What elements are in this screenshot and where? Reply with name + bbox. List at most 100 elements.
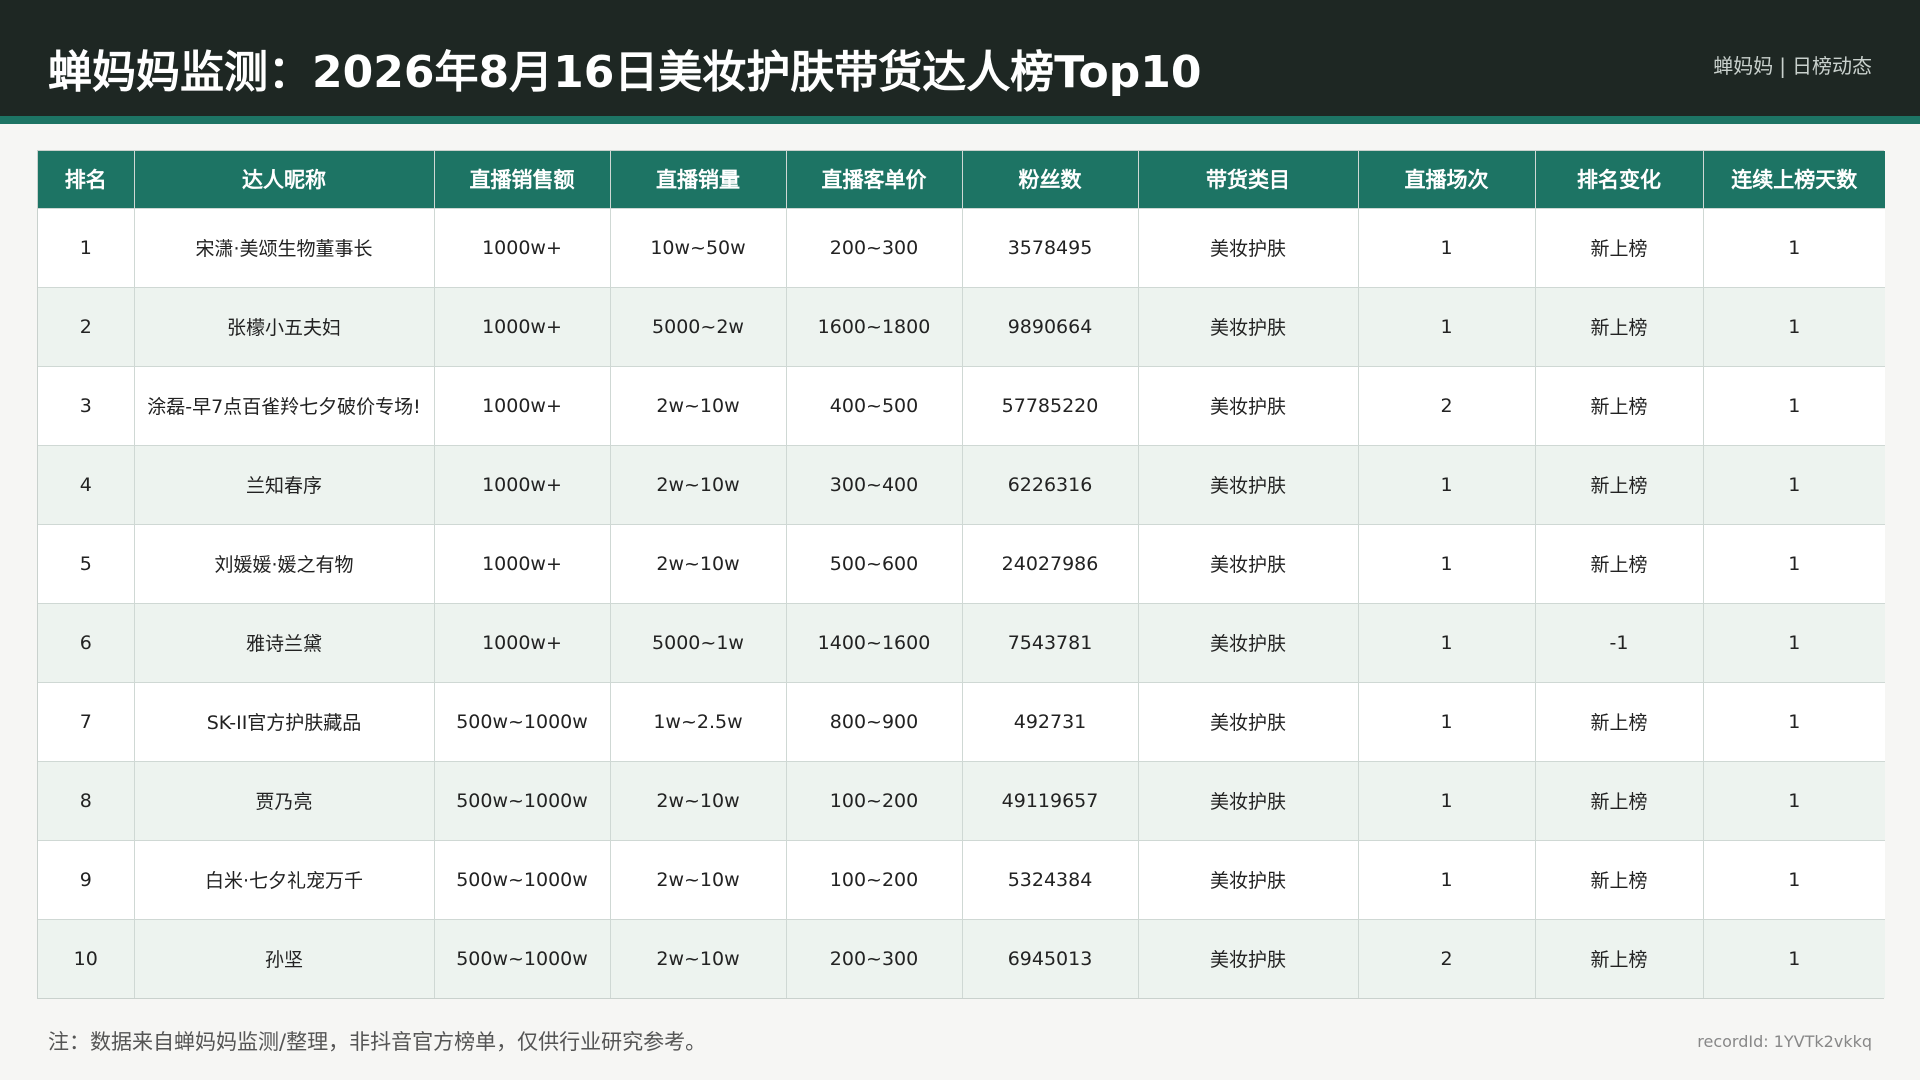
cell-sales: 500w~1000w xyxy=(434,918,611,998)
cell-fans: 492731 xyxy=(962,681,1139,761)
cell-name: 贾乃亮 xyxy=(134,760,435,840)
cell-rank-change: -1 xyxy=(1535,602,1704,682)
cell-category: 美妆护肤 xyxy=(1138,365,1359,445)
cell-days: 1 xyxy=(1703,365,1885,445)
cell-days: 1 xyxy=(1703,523,1885,603)
cell-rank-change: 新上榜 xyxy=(1535,365,1704,445)
cell-unit-price: 200~300 xyxy=(786,207,963,287)
cell-category: 美妆护肤 xyxy=(1138,207,1359,287)
cell-rank-change: 新上榜 xyxy=(1535,286,1704,366)
brand-section: 日榜动态 xyxy=(1792,54,1872,78)
cell-fans: 3578495 xyxy=(962,207,1139,287)
cell-days: 1 xyxy=(1703,681,1885,761)
cell-rank-change: 新上榜 xyxy=(1535,760,1704,840)
cell-sessions: 1 xyxy=(1358,286,1536,366)
cell-rank-change: 新上榜 xyxy=(1535,207,1704,287)
cell-days: 1 xyxy=(1703,286,1885,366)
cell-category: 美妆护肤 xyxy=(1138,681,1359,761)
table-row: 5 刘媛媛·媛之有物 1000w+ 2w~10w 500~600 2402798… xyxy=(38,523,1885,603)
cell-fans: 6226316 xyxy=(962,444,1139,524)
column-header-sessions: 直播场次 xyxy=(1358,151,1536,208)
cell-sessions: 2 xyxy=(1358,918,1536,998)
cell-name: 刘媛媛·媛之有物 xyxy=(134,523,435,603)
ranking-table: 排名 达人昵称 直播销售额 直播销量 直播客单价 粉丝数 带货类目 直播场次 排… xyxy=(38,151,1885,998)
cell-volume: 2w~10w xyxy=(610,760,787,840)
cell-unit-price: 1400~1600 xyxy=(786,602,963,682)
cell-name: SK-II官方护肤藏品 xyxy=(134,681,435,761)
cell-unit-price: 1600~1800 xyxy=(786,286,963,366)
table-row: 9 白米·七夕礼宠万千 500w~1000w 2w~10w 100~200 53… xyxy=(38,839,1885,919)
cell-category: 美妆护肤 xyxy=(1138,286,1359,366)
table-row: 2 张檬小五夫妇 1000w+ 5000~2w 1600~1800 989066… xyxy=(38,286,1885,366)
cell-name: 白米·七夕礼宠万千 xyxy=(134,839,435,919)
cell-sales: 1000w+ xyxy=(434,444,611,524)
cell-days: 1 xyxy=(1703,918,1885,998)
cell-days: 1 xyxy=(1703,602,1885,682)
cell-fans: 6945013 xyxy=(962,918,1139,998)
cell-days: 1 xyxy=(1703,207,1885,287)
brand-label: 蝉妈妈 | 日榜动态 xyxy=(1713,50,1872,79)
column-header-rank-change: 排名变化 xyxy=(1535,151,1704,208)
cell-name: 涂磊-早7点百雀羚七夕破价专场! xyxy=(134,365,435,445)
cell-unit-price: 300~400 xyxy=(786,444,963,524)
record-id: recordId: 1YVTk2vkkq xyxy=(1697,1032,1872,1051)
column-header-rank: 排名 xyxy=(38,151,135,208)
cell-sessions: 1 xyxy=(1358,760,1536,840)
table-row: 4 兰知春序 1000w+ 2w~10w 300~400 6226316 美妆护… xyxy=(38,444,1885,524)
cell-unit-price: 200~300 xyxy=(786,918,963,998)
cell-fans: 24027986 xyxy=(962,523,1139,603)
cell-rank: 10 xyxy=(38,918,135,998)
cell-rank-change: 新上榜 xyxy=(1535,918,1704,998)
cell-sessions: 1 xyxy=(1358,839,1536,919)
cell-rank-change: 新上榜 xyxy=(1535,444,1704,524)
cell-category: 美妆护肤 xyxy=(1138,839,1359,919)
table-row: 3 涂磊-早7点百雀羚七夕破价专场! 1000w+ 2w~10w 400~500… xyxy=(38,365,1885,445)
table-row: 7 SK-II官方护肤藏品 500w~1000w 1w~2.5w 800~900… xyxy=(38,681,1885,761)
cell-sessions: 1 xyxy=(1358,681,1536,761)
cell-rank: 5 xyxy=(38,523,135,603)
footer-note: 注：数据来自蝉妈妈监测/整理，非抖音官方榜单，仅供行业研究参考。 xyxy=(48,1030,707,1054)
cell-volume: 2w~10w xyxy=(610,523,787,603)
cell-name: 宋潇·美颂生物董事长 xyxy=(134,207,435,287)
cell-sessions: 1 xyxy=(1358,523,1536,603)
cell-rank-change: 新上榜 xyxy=(1535,839,1704,919)
column-header-fans: 粉丝数 xyxy=(962,151,1139,208)
cell-sales: 1000w+ xyxy=(434,207,611,287)
cell-sales: 1000w+ xyxy=(434,523,611,603)
cell-name: 雅诗兰黛 xyxy=(134,602,435,682)
cell-name: 孙坚 xyxy=(134,918,435,998)
page-title: 蝉妈妈监测：2026年8月16日美妆护肤带货达人榜Top10 xyxy=(48,47,1202,98)
cell-sales: 500w~1000w xyxy=(434,681,611,761)
cell-category: 美妆护肤 xyxy=(1138,444,1359,524)
cell-unit-price: 400~500 xyxy=(786,365,963,445)
cell-unit-price: 800~900 xyxy=(786,681,963,761)
cell-sessions: 1 xyxy=(1358,207,1536,287)
cell-rank-change: 新上榜 xyxy=(1535,523,1704,603)
cell-fans: 7543781 xyxy=(962,602,1139,682)
cell-name: 张檬小五夫妇 xyxy=(134,286,435,366)
cell-sales: 500w~1000w xyxy=(434,839,611,919)
cell-fans: 9890664 xyxy=(962,286,1139,366)
cell-rank: 4 xyxy=(38,444,135,524)
column-header-volume: 直播销量 xyxy=(610,151,787,208)
cell-sales: 1000w+ xyxy=(434,602,611,682)
cell-category: 美妆护肤 xyxy=(1138,602,1359,682)
cell-sales: 1000w+ xyxy=(434,286,611,366)
brand-separator: | xyxy=(1779,54,1786,78)
cell-volume: 5000~1w xyxy=(610,602,787,682)
cell-rank: 8 xyxy=(38,760,135,840)
cell-sessions: 1 xyxy=(1358,444,1536,524)
table-row: 1 宋潇·美颂生物董事长 1000w+ 10w~50w 200~300 3578… xyxy=(38,207,1885,287)
cell-fans: 5324384 xyxy=(962,839,1139,919)
cell-volume: 5000~2w xyxy=(610,286,787,366)
ranking-table-container: 排名 达人昵称 直播销售额 直播销量 直播客单价 粉丝数 带货类目 直播场次 排… xyxy=(37,150,1885,999)
cell-sales: 500w~1000w xyxy=(434,760,611,840)
cell-days: 1 xyxy=(1703,760,1885,840)
cell-rank: 6 xyxy=(38,602,135,682)
table-row: 10 孙坚 500w~1000w 2w~10w 200~300 6945013 … xyxy=(38,918,1885,998)
column-header-days: 连续上榜天数 xyxy=(1703,151,1885,208)
column-header-name: 达人昵称 xyxy=(134,151,435,208)
page-header: 蝉妈妈监测：2026年8月16日美妆护肤带货达人榜Top10 蝉妈妈 | 日榜动态 xyxy=(0,0,1920,116)
cell-sales: 1000w+ xyxy=(434,365,611,445)
cell-volume: 2w~10w xyxy=(610,365,787,445)
